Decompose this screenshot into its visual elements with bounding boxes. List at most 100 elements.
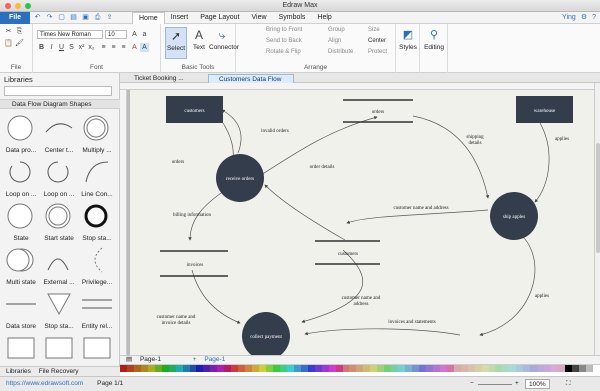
color-swatch[interactable]: [210, 365, 218, 372]
zoom-in-icon[interactable]: +: [515, 377, 519, 391]
color-swatch[interactable]: [578, 365, 586, 372]
shape-item[interactable]: Privilege...: [78, 243, 116, 291]
grow-font-icon[interactable]: A: [130, 30, 139, 39]
color-swatch[interactable]: [286, 365, 294, 372]
strikethrough-icon[interactable]: S: [67, 43, 76, 52]
color-swatch[interactable]: [495, 365, 503, 372]
color-swatch[interactable]: [307, 365, 315, 372]
shape-item[interactable]: Data store: [2, 287, 40, 335]
menu-page-layout[interactable]: Page Layout: [194, 12, 245, 24]
shape-item[interactable]: Data pro...: [2, 111, 40, 159]
current-page-tab[interactable]: Page-1: [204, 356, 225, 363]
color-swatch[interactable]: [474, 365, 482, 372]
color-swatch[interactable]: [300, 365, 308, 372]
color-swatch[interactable]: [147, 365, 155, 372]
shrink-font-icon[interactable]: a: [140, 30, 149, 39]
color-swatch[interactable]: [245, 365, 253, 372]
protect-button[interactable]: Protect: [368, 49, 387, 55]
flow-customer-invoice-edge[interactable]: [191, 269, 241, 324]
color-swatch[interactable]: [272, 365, 280, 372]
color-swatch[interactable]: [293, 365, 301, 372]
color-swatch[interactable]: [453, 365, 461, 372]
menu-insert[interactable]: Insert: [165, 12, 195, 24]
font-size-select[interactable]: 10: [105, 30, 127, 39]
color-swatch[interactable]: [252, 365, 260, 372]
settings-icon[interactable]: ⚙: [581, 12, 587, 24]
menu-symbols[interactable]: Symbols: [273, 12, 312, 24]
library-category[interactable]: Data Flow Diagram Shapes: [0, 99, 120, 109]
undo-icon[interactable]: ↶: [33, 13, 42, 22]
website-link[interactable]: https://www.edrawsoft.com: [6, 380, 83, 387]
paste-icon[interactable]: 📋: [4, 39, 13, 48]
color-swatch[interactable]: [203, 365, 211, 372]
flow-invoices-statements-edge[interactable]: [304, 328, 461, 336]
color-swatch[interactable]: [488, 365, 496, 372]
tab-customers-data-flow[interactable]: Customers Data Flow: [208, 74, 294, 83]
color-swatch[interactable]: [217, 365, 225, 372]
color-swatch[interactable]: [342, 365, 350, 372]
connector-tool[interactable]: ⤷ Connector: [209, 27, 239, 59]
font-name-select[interactable]: Times New Roman: [37, 30, 103, 39]
color-swatch[interactable]: [168, 365, 176, 372]
scroll-thumb[interactable]: [596, 143, 600, 253]
user-name[interactable]: Ying: [562, 12, 576, 24]
shape-item[interactable]: Loop on ...: [2, 155, 40, 203]
color-swatch[interactable]: [133, 365, 141, 372]
bold-icon[interactable]: B: [37, 43, 46, 52]
color-swatch[interactable]: [140, 365, 148, 372]
library-search-input[interactable]: [4, 86, 112, 96]
color-swatch[interactable]: [446, 365, 454, 372]
superscript-icon[interactable]: x²: [77, 43, 86, 52]
shape-item[interactable]: State: [2, 199, 40, 247]
diagram-page[interactable]: customers warehouse receive orders ship …: [130, 90, 594, 355]
open-icon[interactable]: ▤: [69, 13, 78, 22]
underline-icon[interactable]: U: [57, 43, 66, 52]
tab-file-recovery[interactable]: File Recovery: [39, 368, 79, 375]
color-swatch[interactable]: [384, 365, 392, 372]
zoom-level[interactable]: 100%: [525, 379, 550, 389]
color-swatch[interactable]: [551, 365, 559, 372]
color-swatch[interactable]: [418, 365, 426, 372]
shape-item[interactable]: External ...: [40, 243, 78, 291]
color-swatch[interactable]: [509, 365, 517, 372]
align-right-icon[interactable]: ≡: [119, 43, 128, 52]
italic-icon[interactable]: I: [47, 43, 56, 52]
flow-customer-name-edge[interactable]: [301, 249, 363, 323]
color-swatch[interactable]: [370, 365, 378, 372]
color-swatch[interactable]: [328, 365, 336, 372]
color-swatch[interactable]: [467, 365, 475, 372]
zoom-slider[interactable]: [478, 384, 512, 385]
flow-customer-address-edge[interactable]: [346, 209, 489, 224]
color-swatch[interactable]: [523, 365, 531, 372]
export-icon[interactable]: ⇪: [105, 13, 114, 22]
color-swatch[interactable]: [120, 365, 127, 372]
tab-libraries[interactable]: Libraries: [6, 368, 31, 375]
center-button[interactable]: Center: [368, 38, 386, 44]
color-swatch[interactable]: [266, 365, 273, 372]
align-left-icon[interactable]: ≡: [99, 43, 108, 52]
shape-item[interactable]: Stop sta...: [40, 287, 78, 335]
color-swatch[interactable]: [439, 365, 447, 372]
shape-item[interactable]: Center t...: [40, 111, 78, 159]
text-tool[interactable]: A Text: [188, 27, 210, 59]
align-center-icon[interactable]: ≡: [109, 43, 118, 52]
color-swatch[interactable]: [530, 365, 538, 372]
group-button[interactable]: Group: [328, 27, 345, 33]
color-swatch[interactable]: [412, 365, 419, 372]
color-swatch[interactable]: [321, 365, 329, 372]
color-swatch[interactable]: [363, 365, 371, 372]
subscript-icon[interactable]: x₂: [87, 43, 96, 52]
canvas[interactable]: customers warehouse receive orders ship …: [127, 90, 594, 355]
color-swatch[interactable]: [238, 365, 246, 372]
shape-item[interactable]: Stop sta...: [78, 199, 116, 247]
flow-applies-top-edge[interactable]: [534, 122, 550, 203]
fit-page-icon[interactable]: ⛶: [566, 377, 571, 391]
color-swatch[interactable]: [481, 365, 489, 372]
shape-item[interactable]: Multi state: [2, 243, 40, 291]
color-swatch[interactable]: [377, 365, 385, 372]
page-tab[interactable]: Page-1: [140, 356, 161, 363]
color-swatch[interactable]: [196, 365, 204, 372]
color-swatch[interactable]: [425, 365, 433, 372]
bring-to-front-button[interactable]: Bring to Front: [266, 27, 302, 33]
flow-applies-bottom-edge[interactable]: [479, 229, 536, 337]
